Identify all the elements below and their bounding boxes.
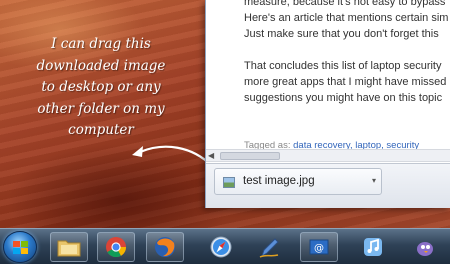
folder-icon — [57, 240, 81, 257]
chrome-icon — [106, 237, 127, 258]
annotation-line: other folder on my — [37, 100, 165, 117]
taskbar-google-chrome[interactable] — [97, 232, 135, 262]
scroll-left-arrow-icon[interactable]: ◀ — [208, 152, 216, 160]
annotation-text: I can drag this downloaded image to desk… — [6, 34, 196, 142]
windows-logo-icon — [13, 241, 29, 255]
music-note-icon — [364, 238, 382, 256]
safari-compass-icon — [210, 236, 232, 258]
article-line: suggestions you might have on this topic — [244, 92, 443, 104]
taskbar-firefox[interactable] — [146, 232, 184, 262]
taskbar-pen-tool[interactable] — [250, 232, 288, 262]
article-line: Here's an article that mentions certain … — [244, 12, 449, 24]
firefox-icon — [155, 237, 175, 257]
article-line: Just make sure that you don't forget thi… — [244, 28, 439, 40]
annotation-line: I can drag this — [51, 36, 151, 52]
browser-window: measure, because it's not easy to bypass… — [205, 0, 450, 208]
article-line: more great apps that I might have missed — [244, 76, 447, 88]
pen-icon — [259, 238, 279, 258]
svg-text:@: @ — [314, 243, 324, 254]
scrollbar-thumb[interactable] — [220, 152, 280, 160]
annotation-arrow — [132, 145, 213, 167]
bird-app-icon — [417, 242, 433, 256]
annotation-line: to desktop or any — [41, 79, 161, 95]
horizontal-scrollbar[interactable]: ◀ — [206, 149, 450, 162]
image-file-icon — [223, 177, 235, 188]
download-filename: test image.jpg — [243, 175, 315, 187]
download-shelf: test image.jpg ▾ — [206, 163, 450, 208]
taskbar: @ — [0, 228, 450, 264]
start-button[interactable] — [3, 231, 37, 263]
taskbar-app-bird[interactable] — [406, 232, 444, 262]
article-line: measure, because it's not easy to bypass — [244, 0, 446, 8]
annotation-line: downloaded image — [36, 57, 166, 74]
article-content: measure, because it's not easy to bypass… — [206, 0, 450, 146]
taskbar-windows-explorer[interactable] — [50, 232, 88, 262]
mail-icon: @ — [309, 239, 329, 255]
taskbar-music-player[interactable] — [354, 232, 392, 262]
taskbar-safari[interactable] — [202, 232, 240, 262]
download-item[interactable]: test image.jpg ▾ — [214, 168, 382, 195]
taskbar-outlook-mail[interactable]: @ — [300, 232, 338, 262]
dropdown-arrow-icon[interactable]: ▾ — [372, 176, 376, 185]
article-line: That concludes this list of laptop secur… — [244, 60, 442, 72]
